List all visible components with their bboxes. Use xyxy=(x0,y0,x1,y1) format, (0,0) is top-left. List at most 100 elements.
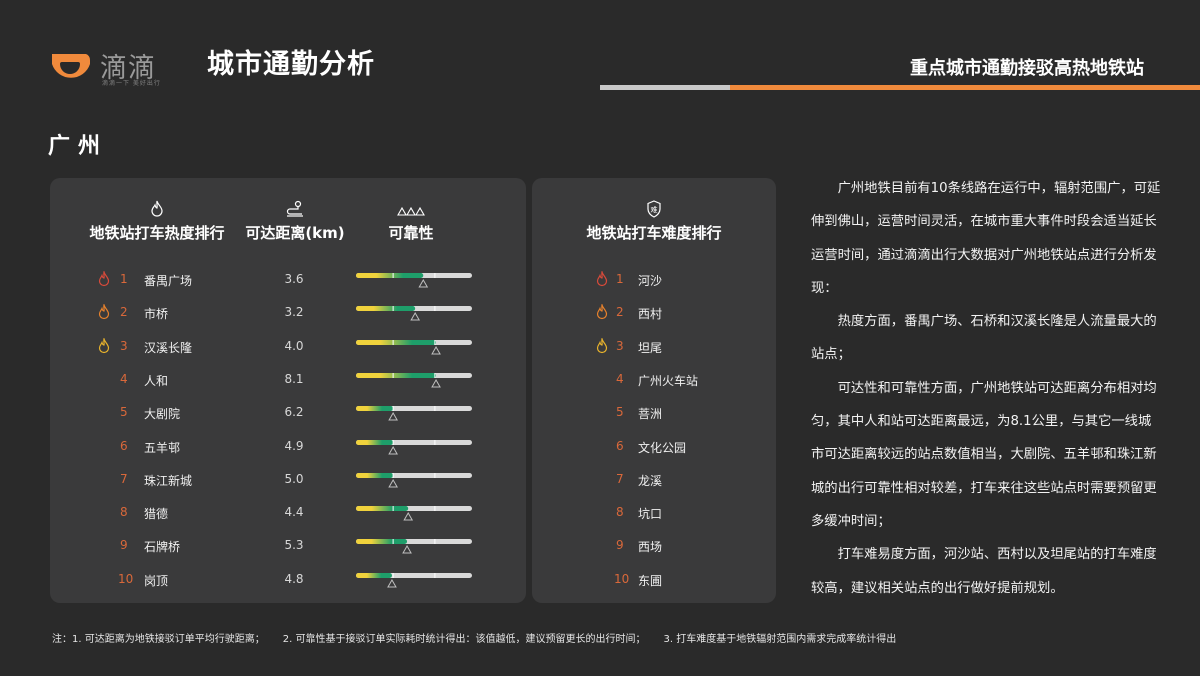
rank-number: 7 xyxy=(616,471,624,486)
station-name: 岗顶 xyxy=(144,573,169,588)
reliability-fill xyxy=(356,472,394,478)
rank-number: 5 xyxy=(616,405,624,420)
page-title: 城市通勤分析 xyxy=(207,49,375,80)
rank-number: 2 xyxy=(120,305,128,320)
analysis-description: 广州地铁目前有10条线路在运行中，辐射范围广，可延伸到佛山，运营时间灵活，在城市… xyxy=(811,172,1161,605)
reliability-bar xyxy=(356,539,472,554)
difficulty-row: 7 龙溪 xyxy=(532,470,776,490)
reliability-fill xyxy=(356,406,394,412)
station-name: 五羊邨 xyxy=(144,440,181,455)
rank-fire-icon xyxy=(596,304,608,320)
reliability-fill xyxy=(356,372,437,378)
reliability-marker xyxy=(402,545,412,554)
distance-value: 3.2 xyxy=(284,305,304,320)
heat-ranking-card: 地铁站打车热度排行 可达距离(km) 可靠性 1 番禺广场 3.6 2 市桥 3.2 3 汉溪… xyxy=(50,178,526,603)
station-name: 坦尾 xyxy=(638,340,663,355)
reliability-marker xyxy=(403,512,414,521)
rank-number: 8 xyxy=(120,505,128,520)
reliability-bar xyxy=(356,572,472,588)
reliability-marker xyxy=(388,445,398,454)
rank-number: 4 xyxy=(120,371,128,386)
rank-number: 6 xyxy=(120,438,128,453)
city-name: 广州 xyxy=(48,134,109,159)
difficulty-row: 8 坑口 xyxy=(532,503,776,523)
distance-value: 3.6 xyxy=(284,272,304,286)
station-name: 文化公园 xyxy=(638,440,687,455)
rank-number: 6 xyxy=(616,438,624,453)
heat-row: 9 石牌桥 5.3 xyxy=(50,536,526,556)
reliability-fill xyxy=(356,439,394,445)
heat-row: 10 岗顶 4.8 xyxy=(50,570,526,590)
title-underline-orange xyxy=(730,85,1200,90)
station-name: 猎德 xyxy=(144,507,169,522)
reliability-bar xyxy=(356,306,472,321)
difficulty-header: 难 地铁站打车难度排行 xyxy=(554,200,754,243)
station-name: 河沙 xyxy=(638,274,663,288)
rank-number: 10 xyxy=(614,571,630,586)
difficulty-row: 10 东圃 xyxy=(532,570,776,590)
heat-row: 4 人和 8.1 xyxy=(50,370,526,390)
reliability-bar xyxy=(356,439,472,454)
distance-header-label: 可达距离(km) xyxy=(245,224,345,242)
ranking-header-label: 地铁站打车热度排行 xyxy=(89,224,225,242)
rank-number: 3 xyxy=(616,338,624,353)
station-name: 龙溪 xyxy=(638,473,663,488)
heat-row: 8 猎德 4.4 xyxy=(50,503,526,523)
heat-row: 3 汉溪长隆 4.0 xyxy=(50,337,526,357)
difficulty-row: 9 西场 xyxy=(532,536,776,556)
heat-row: 6 五羊邨 4.9 xyxy=(50,437,526,457)
reliability-marker xyxy=(388,412,398,421)
heat-row: 1 番禺广场 3.6 xyxy=(50,270,526,290)
reliability-marker xyxy=(418,278,429,288)
reliability-fill xyxy=(356,572,392,578)
reliability-fill xyxy=(356,339,437,345)
reliability-bar xyxy=(356,273,472,288)
station-name: 西场 xyxy=(638,540,663,555)
heat-row: 7 珠江新城 5.0 xyxy=(50,470,526,490)
reliability-bar xyxy=(356,506,472,521)
rank-fire-icon xyxy=(98,304,110,320)
footnote: 注：1. 可达距离为地铁接驳订单平均行驶距离； 2. 可靠性基于接驳订单实际耗时统… xyxy=(52,630,914,645)
reliability-fill xyxy=(356,539,408,545)
description-paragraph: 打车难易度方面，河沙站、西村以及坦尾站的打车难度较高，建议相关站点的出行做好提前… xyxy=(811,547,1157,596)
station-name: 广州火车站 xyxy=(638,373,699,388)
description-paragraph: 广州地铁目前有10条线路在运行中，辐射范围广，可延伸到佛山，运营时间灵活，在城市… xyxy=(811,181,1161,296)
difficulty-row: 3 坦尾 xyxy=(532,337,776,357)
station-name: 坑口 xyxy=(638,507,663,522)
rank-number: 9 xyxy=(616,538,624,553)
rank-number: 4 xyxy=(616,371,624,386)
description-paragraph: 可达性和可靠性方面，广州地铁站可达距离分布相对均匀，其中人和站可达距离最远，为8… xyxy=(811,380,1157,529)
distance-value: 6.2 xyxy=(284,405,304,420)
distance-value: 5.0 xyxy=(284,471,304,486)
station-name: 大剧院 xyxy=(144,407,181,422)
reliability-marker xyxy=(410,312,421,321)
svg-text:难: 难 xyxy=(651,205,658,214)
station-name: 西村 xyxy=(638,307,663,322)
shield-difficulty-icon: 难 xyxy=(647,200,661,218)
reliability-marker xyxy=(431,345,441,355)
distance-value: 4.9 xyxy=(284,438,304,453)
route-icon xyxy=(286,200,303,217)
page-subtitle: 重点城市通勤接驳高热地铁站 xyxy=(910,58,1144,79)
difficulty-row: 4 广州火车站 xyxy=(532,370,776,390)
difficulty-header-label: 地铁站打车难度排行 xyxy=(586,224,722,242)
rank-fire-icon xyxy=(596,271,608,287)
distance-value: 5.3 xyxy=(284,538,304,553)
rank-fire-icon xyxy=(98,271,110,287)
reliability-bar xyxy=(356,472,472,488)
station-name: 番禺广场 xyxy=(144,274,193,288)
reliability-marker xyxy=(431,378,441,388)
reliability-bar xyxy=(356,406,472,421)
station-name: 东圃 xyxy=(638,573,663,588)
fire-icon xyxy=(151,200,163,217)
difficulty-row: 5 菩洲 xyxy=(532,403,776,423)
station-name: 石牌桥 xyxy=(144,540,181,555)
station-name: 汉溪长隆 xyxy=(144,340,193,355)
reliability-fill xyxy=(356,273,424,278)
rank-number: 2 xyxy=(616,305,624,320)
rank-number: 3 xyxy=(120,338,128,353)
description-paragraph: 热度方面，番禺广场、石桥和汉溪长隆是人流量最大的站点； xyxy=(811,314,1157,363)
reliability-fill xyxy=(356,306,416,312)
station-name: 人和 xyxy=(144,373,169,388)
rank-fire-icon xyxy=(596,337,608,353)
